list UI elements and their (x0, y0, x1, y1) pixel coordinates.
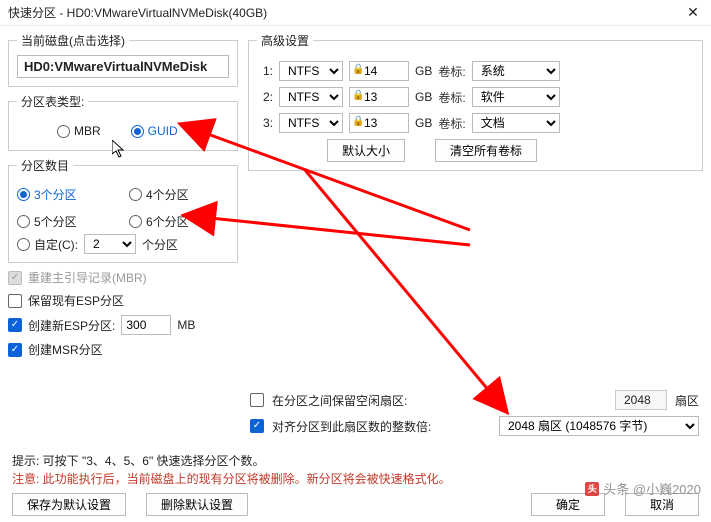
lock-icon: 🔒 (352, 116, 364, 127)
partition-row-3: 3: NTFS 🔒 GB 卷标: 文档 (257, 113, 688, 133)
esp-size-input[interactable] (121, 315, 171, 335)
checkbox-icon (8, 271, 22, 285)
radio-dot-icon (129, 215, 142, 228)
checkbox-icon (8, 343, 22, 357)
check-create-esp[interactable]: 创建新ESP分区: MB (8, 315, 238, 335)
check-rebuild-mbr: 重建主引导记录(MBR) (8, 269, 238, 286)
table-type-legend: 分区表类型: (17, 93, 88, 110)
check-create-msr[interactable]: 创建MSR分区 (8, 341, 238, 358)
vol-select-2[interactable]: 软件 (472, 87, 560, 107)
partition-row-2: 2: NTFS 🔒 GB 卷标: 软件 (257, 87, 688, 107)
custom-unit-label: 个分区 (142, 236, 178, 253)
checkbox-icon (8, 294, 22, 308)
gap-sector-display: 2048 (615, 390, 667, 410)
custom-count-select[interactable]: 2 (84, 234, 136, 254)
current-disk-group: 当前磁盘(点击选择) HD0:VMwareVirtualNVMeDisk (8, 32, 238, 87)
watermark-logo-icon: 头 (585, 482, 599, 496)
size-input-1[interactable]: 🔒 (349, 61, 409, 81)
check-align[interactable] (250, 419, 264, 433)
vol-select-1[interactable]: 系统 (472, 61, 560, 81)
fs-select-3[interactable]: NTFS (279, 113, 343, 133)
size-input-2[interactable]: 🔒 (349, 87, 409, 107)
tip-text: 提示: 可按下 "3、4、5、6" 快速选择分区个数。 (12, 452, 451, 470)
fs-select-1[interactable]: NTFS (279, 61, 343, 81)
radio-5-partitions[interactable]: 5个分区 (17, 213, 117, 230)
fs-select-2[interactable]: NTFS (279, 87, 343, 107)
current-disk-legend: 当前磁盘(点击选择) (17, 32, 129, 49)
radio-custom-partitions[interactable]: 自定(C): (17, 236, 78, 253)
advanced-group: 高级设置 1: NTFS 🔒 GB 卷标: 系统 2: NTFS 🔒 GB 卷标… (248, 32, 703, 171)
check-keep-gap[interactable] (250, 393, 264, 407)
checkbox-icon (8, 318, 22, 332)
radio-dot-icon (131, 125, 144, 138)
close-button[interactable]: ✕ (683, 4, 703, 21)
lock-icon: 🔒 (352, 64, 364, 75)
lock-icon: 🔒 (352, 90, 364, 101)
radio-4-partitions[interactable]: 4个分区 (129, 186, 229, 203)
radio-dot-icon (129, 188, 142, 201)
partition-count-legend: 分区数目 (17, 157, 73, 174)
size-input-3[interactable]: 🔒 (349, 113, 409, 133)
radio-6-partitions[interactable]: 6个分区 (129, 213, 229, 230)
radio-dot-icon (17, 215, 30, 228)
check-keep-esp[interactable]: 保留现有ESP分区 (8, 292, 238, 309)
default-size-button[interactable]: 默认大小 (327, 139, 405, 162)
warning-text: 注意: 此功能执行后，当前磁盘上的现有分区将被删除。新分区将会被快速格式化。 (12, 470, 451, 488)
window-title: 快速分区 - HD0:VMwareVirtualNVMeDisk(40GB) (8, 4, 267, 21)
current-disk-select[interactable]: HD0:VMwareVirtualNVMeDisk (17, 55, 229, 78)
save-default-button[interactable]: 保存为默认设置 (12, 493, 126, 516)
delete-default-button[interactable]: 删除默认设置 (146, 493, 248, 516)
vol-select-3[interactable]: 文档 (472, 113, 560, 133)
radio-dot-icon (57, 125, 70, 138)
align-select[interactable]: 2048 扇区 (1048576 字节) (499, 416, 699, 436)
radio-dot-icon (17, 188, 30, 201)
clear-labels-button[interactable]: 清空所有卷标 (435, 139, 537, 162)
radio-guid[interactable]: GUID (131, 124, 178, 138)
partition-count-group: 分区数目 3个分区 4个分区 5个分区 6个分区 (8, 157, 238, 263)
partition-row-1: 1: NTFS 🔒 GB 卷标: 系统 (257, 61, 688, 81)
radio-dot-icon (17, 238, 30, 251)
radio-3-partitions[interactable]: 3个分区 (17, 186, 117, 203)
advanced-legend: 高级设置 (257, 32, 313, 49)
table-type-group: 分区表类型: MBR GUID (8, 93, 238, 151)
watermark: 头 头条 @小巍2020 (585, 479, 701, 498)
radio-mbr[interactable]: MBR (57, 124, 101, 138)
